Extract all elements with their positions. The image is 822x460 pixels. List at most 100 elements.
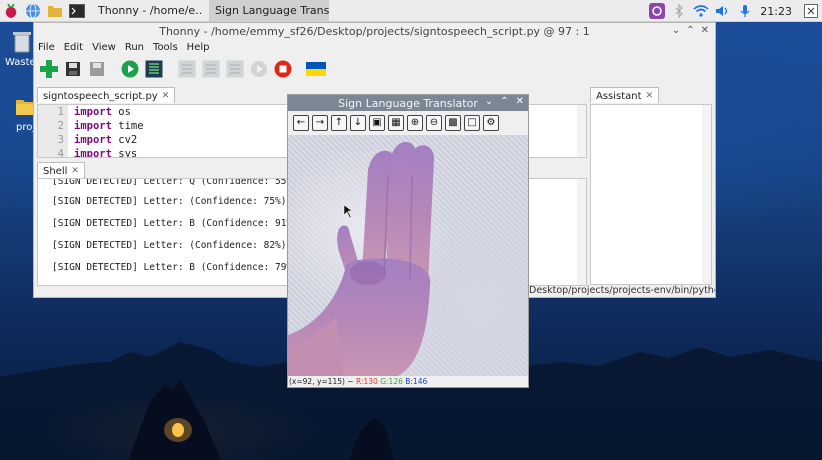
bluetooth-icon[interactable] [668, 0, 690, 22]
red-channel-value: R:130 [355, 377, 378, 386]
taskbar-task-translator[interactable]: Sign Language Trans... [209, 0, 329, 22]
debug-button[interactable] [143, 59, 164, 80]
arrow-right-icon[interactable]: → [312, 115, 328, 131]
menu-bar: File Edit View Run Tools Help [34, 40, 715, 54]
raspberry-menu-icon[interactable] [0, 0, 22, 22]
assistant-scrollbar[interactable] [702, 105, 711, 284]
camera-feed[interactable] [288, 135, 528, 376]
minimize-icon[interactable]: ⌄ [672, 25, 680, 36]
pixel-info-status: (x=92, y=115) ~ R:130 G:126 B:146 [288, 377, 528, 388]
taskbar-task-label: Thonny - /home/e... [98, 4, 203, 17]
thonny-titlebar[interactable]: Thonny - /home/emmy_sf26/Desktop/project… [34, 23, 715, 40]
terminal-icon[interactable] [66, 0, 88, 22]
desktop-icon-wastebasket[interactable]: Waste [5, 30, 36, 68]
taskbar-task-thonny[interactable]: Thonny - /home/e... [88, 0, 203, 22]
stop-button[interactable] [272, 59, 293, 80]
zoom-in-icon[interactable]: ⊕ [407, 115, 423, 131]
line-number: 2 [57, 120, 64, 132]
close-tab-icon[interactable]: ✕ [162, 91, 170, 101]
app-indicator-icon[interactable] [646, 0, 668, 22]
step-into-icon [202, 60, 219, 78]
shell-line: [SIGN DETECTED] Letter: Q (Confidence: 5… [52, 178, 298, 187]
minimize-icon[interactable]: ⌄ [485, 96, 493, 107]
line-number: 3 [57, 134, 64, 146]
step-over-icon [178, 60, 195, 78]
shell-tab[interactable]: Shell ✕ [37, 162, 85, 178]
blue-channel-value: B:146 [405, 377, 428, 386]
save-icon [89, 62, 104, 76]
resume-icon [250, 61, 267, 77]
microphone-icon[interactable] [734, 0, 756, 22]
ukraine-flag-icon [305, 62, 326, 76]
keyword: import [74, 106, 112, 118]
browser-icon[interactable] [22, 0, 44, 22]
step-into-button[interactable] [200, 59, 221, 80]
file-manager-icon[interactable] [44, 0, 66, 22]
assistant-pane [590, 104, 712, 285]
keyword: import [74, 134, 112, 146]
resume-button[interactable] [248, 59, 269, 80]
menu-help[interactable]: Help [187, 42, 210, 53]
power-icon[interactable] [800, 0, 822, 22]
zoom-fit-icon[interactable]: ▣ [369, 115, 385, 131]
menu-run[interactable]: Run [125, 42, 144, 53]
clock[interactable]: 21:23 [756, 5, 800, 18]
support-ukraine-button[interactable] [305, 59, 326, 80]
cursor-coordinates: (x=92, y=115) ~ [289, 377, 354, 386]
close-tab-icon[interactable]: ✕ [646, 91, 654, 101]
green-channel-value: G:126 [380, 377, 403, 386]
interpreter-status[interactable]: Desktop/projects/projects-env/bin/python… [529, 285, 715, 297]
keyword: import [74, 148, 112, 158]
line-number: 1 [57, 106, 64, 118]
image-icon[interactable]: ▦ [388, 115, 404, 131]
editor-tabbar: signtospeech_script.py ✕ [37, 87, 176, 103]
settings-icon[interactable]: ⚙ [483, 115, 499, 131]
line-number: 4 [57, 148, 64, 158]
close-icon[interactable]: ✕ [516, 96, 524, 107]
keyword: import [74, 120, 112, 132]
wifi-icon[interactable] [690, 0, 712, 22]
taskbar: Thonny - /home/e... Sign Language Trans.… [0, 0, 822, 22]
properties-icon[interactable]: □ [464, 115, 480, 131]
maximize-icon[interactable]: ⌃ [500, 96, 508, 107]
desktop-icon-label: Waste [5, 57, 36, 68]
shell-line: [SIGN DETECTED] Letter: B (Confidence: 7… [52, 262, 298, 273]
menu-tools[interactable]: Tools [153, 42, 178, 53]
save-file-button[interactable] [86, 59, 107, 80]
step-out-button[interactable] [224, 59, 245, 80]
assistant-tab-label: Assistant [596, 90, 642, 102]
step-over-button[interactable] [176, 59, 197, 80]
shell-line: [SIGN DETECTED] Letter: (Confidence: 75%… [52, 196, 287, 207]
code-text: cv2 [111, 134, 138, 146]
translator-titlebar[interactable]: Sign Language Translator ⌄ ⌃ ✕ [288, 95, 528, 111]
editor-tab[interactable]: signtospeech_script.py ✕ [37, 87, 176, 103]
shell-scrollbar[interactable] [577, 179, 586, 285]
editor-tab-label: signtospeech_script.py [43, 90, 158, 102]
menu-edit[interactable]: Edit [64, 42, 83, 53]
open-file-button[interactable] [62, 59, 83, 80]
code-text: os [111, 106, 131, 118]
menu-file[interactable]: File [38, 42, 55, 53]
close-tab-icon[interactable]: ✕ [71, 166, 79, 176]
code-text: time [111, 120, 144, 132]
play-icon [121, 60, 138, 78]
translator-title: Sign Language Translator [338, 96, 478, 110]
shell-line: [SIGN DETECTED] Letter: B (Confidence: 9… [52, 218, 298, 229]
arrow-left-icon[interactable]: ← [293, 115, 309, 131]
close-icon[interactable]: ✕ [701, 25, 709, 36]
zoom-out-icon[interactable]: ⊖ [426, 115, 442, 131]
arrow-up-icon[interactable]: ↑ [331, 115, 347, 131]
plus-icon [39, 60, 58, 78]
new-file-button[interactable] [38, 59, 59, 80]
stop-icon [274, 60, 291, 78]
arrow-down-icon[interactable]: ↓ [350, 115, 366, 131]
maximize-icon[interactable]: ⌃ [686, 25, 694, 36]
assistant-tab[interactable]: Assistant ✕ [590, 87, 660, 103]
volume-icon[interactable] [712, 0, 734, 22]
run-button[interactable] [119, 59, 140, 80]
taskbar-task-label: Sign Language Trans... [215, 4, 329, 17]
editor-scrollbar[interactable] [577, 105, 586, 157]
window-title: Thonny - /home/emmy_sf26/Desktop/project… [159, 25, 590, 38]
save-image-icon[interactable]: ▩ [445, 115, 461, 131]
menu-view[interactable]: View [92, 42, 116, 53]
